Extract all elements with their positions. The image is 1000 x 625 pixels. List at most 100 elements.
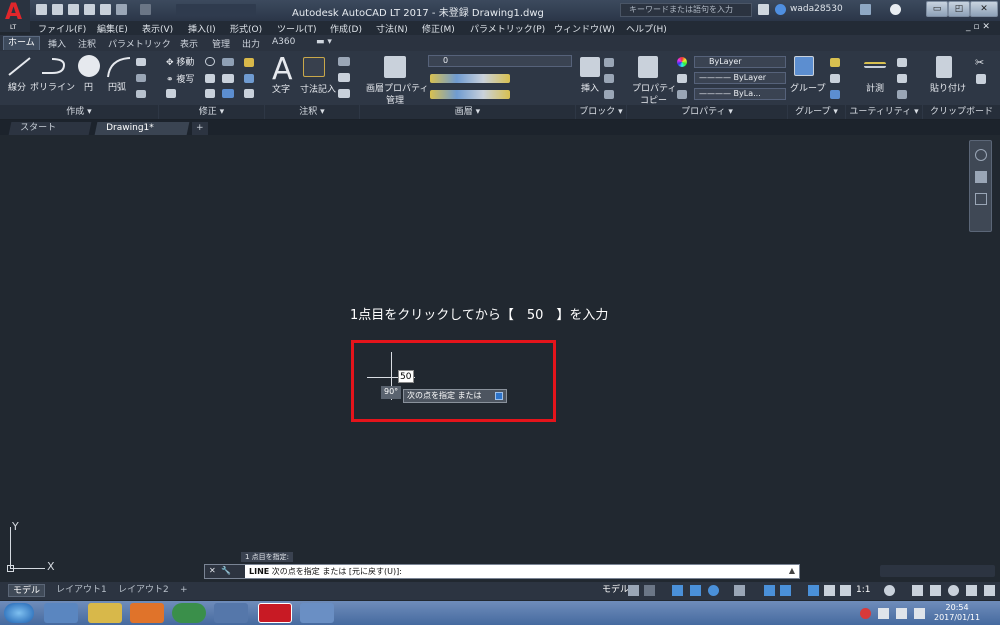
steering-wheel-icon[interactable] — [975, 149, 987, 161]
line-tool-icon[interactable] — [6, 55, 34, 79]
plus-icon[interactable] — [912, 585, 923, 596]
tray-antivirus-icon[interactable] — [860, 608, 871, 619]
rotate-icon[interactable] — [205, 57, 215, 66]
tab-a360[interactable]: A360 — [272, 37, 295, 47]
customization-menu-icon[interactable] — [984, 585, 995, 596]
menu-edit[interactable]: 編集(E) — [97, 22, 128, 35]
linetype-dropdown[interactable]: ———— ByLayer — [694, 72, 786, 84]
layer-tools-row1-icon[interactable] — [430, 74, 510, 83]
rectangle-icon[interactable] — [136, 58, 146, 66]
new-icon[interactable] — [36, 4, 47, 15]
command-line-tools[interactable]: ✕ 🔧 — [205, 565, 245, 578]
menu-dimension[interactable]: 寸法(N) — [376, 22, 408, 35]
layer-properties-icon[interactable] — [384, 56, 406, 78]
group-label[interactable]: グループ — [790, 81, 825, 94]
menu-parametric[interactable]: パラメトリック(P) — [470, 22, 545, 35]
explode-icon[interactable] — [244, 74, 254, 83]
annotation-panel-title[interactable]: 注釈 ▾ — [265, 105, 359, 119]
menu-tools[interactable]: ツール(T) — [277, 22, 317, 35]
tab-annotate[interactable]: 注釈 — [78, 37, 96, 50]
fullscreen-icon[interactable] — [966, 585, 977, 596]
undo-icon[interactable] — [116, 4, 127, 15]
command-history-arrow-icon[interactable]: ▲ — [789, 566, 795, 575]
minimize-button[interactable]: ▭ — [926, 1, 948, 17]
tray-clock[interactable]: 20:54 2017/01/11 — [934, 603, 980, 623]
save-icon[interactable] — [68, 4, 79, 15]
layer-dropdown[interactable]: 0 — [428, 55, 572, 67]
menu-draw[interactable]: 作成(D) — [330, 22, 362, 35]
tab-model[interactable]: モデル — [8, 584, 46, 597]
dynamic-input-field[interactable]: 50 — [398, 370, 414, 383]
paste-label[interactable]: 貼り付け — [930, 81, 966, 94]
clipboard-panel-title[interactable]: クリップボード — [923, 105, 1000, 119]
tray-network-icon[interactable] — [896, 608, 907, 619]
binoculars-icon[interactable] — [758, 4, 769, 15]
measure-icon[interactable] — [864, 62, 886, 68]
lineweight-dropdown[interactable]: ———— ByLa... — [694, 88, 786, 100]
menu-modify[interactable]: 修正(M) — [422, 22, 455, 35]
autocad-task-icon[interactable] — [258, 603, 292, 623]
stretch-icon[interactable] — [166, 89, 176, 98]
tab-home[interactable]: ホーム — [3, 36, 40, 50]
scale-icon[interactable] — [205, 89, 215, 98]
thunderbird-icon[interactable] — [214, 603, 248, 623]
text-label[interactable]: 文字 — [272, 82, 290, 95]
start-button[interactable] — [4, 603, 34, 623]
ungroup-icon[interactable] — [830, 58, 840, 67]
arc-label[interactable]: 円弧 — [108, 80, 126, 93]
workspace-gear-icon[interactable] — [884, 585, 895, 596]
lineweight-toggle-icon[interactable] — [780, 585, 791, 596]
group-edit-icon[interactable] — [830, 74, 840, 83]
properties-panel-title[interactable]: プロパティ ▾ — [627, 105, 787, 119]
tab-start[interactable]: スタート — [8, 122, 92, 135]
tray-volume-icon[interactable] — [914, 608, 925, 619]
search-input[interactable]: キーワードまたは語句を入力 — [620, 3, 752, 17]
tab-output[interactable]: 出力 — [242, 37, 260, 50]
restore-button[interactable]: ◰ — [948, 1, 970, 17]
match-properties-icon[interactable] — [638, 56, 658, 78]
polyline-tool-icon[interactable] — [38, 55, 68, 79]
menu-format[interactable]: 形式(O) — [230, 22, 262, 35]
application-menu-button[interactable]: A LT — [0, 0, 30, 32]
doc-window-controls[interactable]: _ ▫ ✕ — [966, 22, 990, 32]
table-icon[interactable] — [338, 89, 350, 98]
id-point-icon[interactable] — [897, 58, 907, 67]
zoom-icon[interactable] — [975, 193, 987, 205]
help-icon[interactable] — [890, 4, 901, 15]
polar-icon[interactable] — [690, 585, 701, 596]
navigation-bar[interactable] — [969, 140, 992, 232]
draw-panel-title[interactable]: 作成 ▾ — [0, 105, 158, 119]
dimension-tool-icon[interactable] — [303, 57, 325, 77]
annotation-visibility-icon[interactable] — [808, 585, 819, 596]
tab-insert[interactable]: 挿入 — [48, 37, 66, 50]
annotation-scale[interactable]: 1:1 — [852, 584, 874, 597]
tray-flag-icon[interactable] — [878, 608, 889, 619]
circle-tool-icon[interactable] — [78, 55, 100, 77]
grid-icon[interactable] — [628, 585, 639, 596]
add-layout-button[interactable]: + — [176, 584, 192, 597]
tab-layout1[interactable]: レイアウト1 — [52, 584, 111, 597]
osnap-tracking-icon[interactable] — [734, 585, 745, 596]
dimension-label[interactable]: 寸法記入 — [300, 82, 336, 95]
print-icon[interactable] — [100, 4, 111, 15]
redo-icon[interactable] — [140, 4, 151, 15]
block-attributes-icon[interactable] — [604, 90, 614, 99]
line-label[interactable]: 線分 — [8, 80, 26, 93]
cut-icon[interactable]: ✂ — [975, 56, 984, 69]
media-player-icon[interactable] — [130, 603, 164, 623]
layers-panel-title[interactable]: 画層 ▾ — [360, 105, 575, 119]
tab-parametric[interactable]: パラメトリック — [108, 37, 171, 50]
utilities-panel-title[interactable]: ユーティリティ ▾ — [846, 105, 922, 119]
edit-block-icon[interactable] — [604, 74, 614, 83]
group-select-icon[interactable] — [830, 90, 840, 99]
offset-icon[interactable] — [244, 89, 254, 98]
modify-panel-title[interactable]: 修正 ▾ — [159, 105, 264, 119]
ime-toolbar[interactable] — [880, 565, 995, 577]
fillet-icon[interactable] — [222, 74, 234, 83]
annotation-scale-icon[interactable] — [840, 585, 851, 596]
insert-label[interactable]: 挿入 — [581, 81, 599, 94]
select-all-icon[interactable] — [897, 74, 907, 83]
close-button[interactable]: ✕ — [970, 1, 998, 17]
measure-label[interactable]: 計測 — [866, 81, 884, 94]
erase-icon[interactable] — [244, 58, 254, 67]
